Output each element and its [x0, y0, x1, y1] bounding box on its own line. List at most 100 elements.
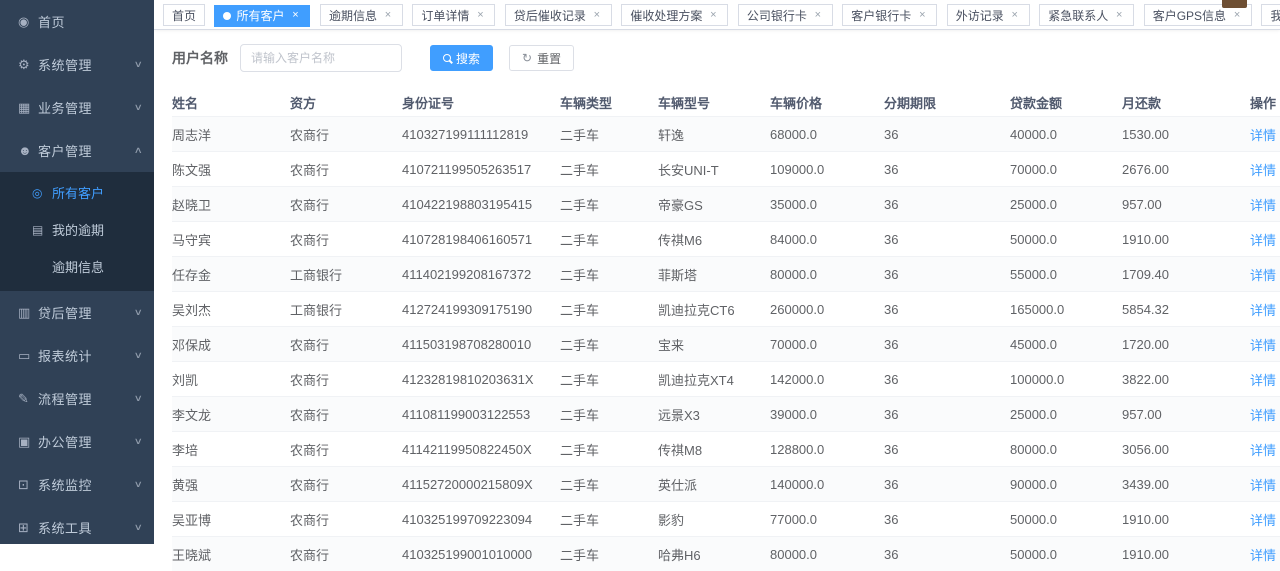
- sidebar-item-home[interactable]: ◉ 首页: [0, 0, 154, 43]
- cell-vehicle-type: 二手车: [560, 230, 658, 249]
- cell-id-number: 410721199505263517: [402, 162, 560, 177]
- cell-vehicle-type: 二手车: [560, 300, 658, 319]
- cell-id-number: 41232819810203631X: [402, 372, 560, 387]
- sidebar-item-office-mgmt[interactable]: ▣ 办公管理 ∨: [0, 420, 154, 463]
- sidebar-item-process-mgmt[interactable]: ✎ 流程管理 ∨: [0, 377, 154, 420]
- detail-link[interactable]: 详情: [1250, 198, 1276, 213]
- sidebar-item-report-stats[interactable]: ▭ 报表统计 ∨: [0, 334, 154, 377]
- tab[interactable]: 我的待办: [1261, 4, 1280, 26]
- search-field-label: 用户名称: [172, 48, 228, 68]
- close-icon[interactable]: [812, 9, 824, 21]
- cell-funder: 农商行: [290, 335, 402, 354]
- close-icon[interactable]: [707, 9, 719, 21]
- cell-id-number: 411081199003122553: [402, 407, 560, 422]
- gear-icon: ⚙: [18, 57, 38, 73]
- cell-monthly-payment: 1910.00: [1122, 512, 1245, 527]
- tab[interactable]: 催收处理方案: [621, 4, 728, 26]
- detail-link[interactable]: 详情: [1250, 338, 1276, 353]
- close-icon[interactable]: [1113, 9, 1125, 21]
- close-icon[interactable]: [382, 9, 394, 21]
- sidebar-item-my-overdue[interactable]: ▤ 我的逾期: [0, 211, 154, 248]
- detail-link[interactable]: 详情: [1250, 513, 1276, 528]
- table-row: 周志洋 农商行 410327199111112819 二手车 轩逸 68000.…: [172, 116, 1280, 151]
- cell-vehicle-price: 140000.0: [770, 477, 884, 492]
- cell-vehicle-price: 68000.0: [770, 127, 884, 142]
- tab[interactable]: 订单详情: [412, 4, 495, 26]
- search-button[interactable]: 搜索: [430, 45, 493, 71]
- cell-loan-amount: 90000.0: [1010, 477, 1122, 492]
- cell-monthly-payment: 2676.00: [1122, 162, 1245, 177]
- tab[interactable]: 逾期信息: [320, 4, 403, 26]
- cell-vehicle-type: 二手车: [560, 510, 658, 529]
- cell-monthly-payment: 5854.32: [1122, 302, 1245, 317]
- tab[interactable]: 外访记录: [947, 4, 1030, 26]
- chevron-down-icon: ∨: [134, 350, 143, 361]
- cell-id-number: 410325199709223094: [402, 512, 560, 527]
- cell-name: 李文龙: [172, 405, 290, 424]
- sidebar-item-system-tools[interactable]: ⊞ 系统工具 ∨: [0, 506, 154, 549]
- reset-button[interactable]: ↻ 重置: [509, 45, 574, 71]
- tools-icon: ⊞: [18, 520, 38, 536]
- sidebar-item-business-mgmt[interactable]: ▦ 业务管理 ∨: [0, 86, 154, 129]
- sidebar-item-customer-mgmt[interactable]: ☻ 客户管理 ∧: [0, 129, 154, 172]
- close-icon[interactable]: [1231, 9, 1243, 21]
- detail-link[interactable]: 详情: [1250, 443, 1276, 458]
- cell-monthly-payment: 957.00: [1122, 197, 1245, 212]
- table-row: 吴亚博 农商行 410325199709223094 二手车 影豹 77000.…: [172, 501, 1280, 536]
- table-row: 李文龙 农商行 411081199003122553 二手车 远景X3 3900…: [172, 396, 1280, 431]
- cell-installments: 36: [884, 337, 1010, 352]
- tab[interactable]: 首页: [163, 4, 205, 26]
- cell-name: 王晓斌: [172, 545, 290, 564]
- cell-vehicle-type: 二手车: [560, 545, 658, 564]
- sidebar-item-system-mgmt[interactable]: ⚙ 系统管理 ∨: [0, 43, 154, 86]
- close-icon[interactable]: [1009, 9, 1021, 21]
- chevron-down-icon: ∨: [134, 479, 143, 490]
- detail-link[interactable]: 详情: [1250, 408, 1276, 423]
- sidebar-item-system-monitor[interactable]: ⊡ 系统监控 ∨: [0, 463, 154, 506]
- detail-link[interactable]: 详情: [1250, 128, 1276, 143]
- detail-link[interactable]: 详情: [1250, 373, 1276, 388]
- cell-vehicle-price: 77000.0: [770, 512, 884, 527]
- cell-name: 吴亚博: [172, 510, 290, 529]
- detail-link[interactable]: 详情: [1250, 548, 1276, 563]
- sidebar-item-postloan-mgmt[interactable]: ▥ 贷后管理 ∨: [0, 291, 154, 334]
- cell-vehicle-model: 轩逸: [658, 125, 770, 144]
- tab[interactable]: 公司银行卡: [738, 4, 833, 26]
- table-row: 陈文强 农商行 410721199505263517 二手车 长安UNI-T 1…: [172, 151, 1280, 186]
- close-icon[interactable]: [916, 9, 928, 21]
- close-icon[interactable]: [591, 9, 603, 21]
- content-panel: 用户名称 搜索 ↻ 重置 姓名 资方 身份证号 车辆类型 车辆型号 车辆价格 分…: [154, 30, 1280, 571]
- tab[interactable]: 紧急联系人: [1039, 4, 1134, 26]
- cell-installments: 36: [884, 162, 1010, 177]
- cell-loan-amount: 50000.0: [1010, 232, 1122, 247]
- detail-link[interactable]: 详情: [1250, 233, 1276, 248]
- table-row: 黄强 农商行 41152720000215809X 二手车 英仕派 140000…: [172, 466, 1280, 501]
- tab[interactable]: 贷后催收记录: [505, 4, 612, 26]
- cell-id-number: 411402199208167372: [402, 267, 560, 282]
- cell-vehicle-type: 二手车: [560, 195, 658, 214]
- tab[interactable]: 所有客户: [214, 5, 310, 27]
- detail-link[interactable]: 详情: [1250, 303, 1276, 318]
- detail-link[interactable]: 详情: [1250, 163, 1276, 178]
- cell-id-number: 410728198406160571: [402, 232, 560, 247]
- cell-name: 陈文强: [172, 160, 290, 179]
- sidebar-item-overdue-info[interactable]: 逾期信息: [0, 248, 154, 285]
- tab[interactable]: 客户银行卡: [842, 4, 937, 26]
- detail-link[interactable]: 详情: [1250, 478, 1276, 493]
- customer-name-input[interactable]: [240, 44, 402, 72]
- cell-funder: 农商行: [290, 370, 402, 389]
- detail-link[interactable]: 详情: [1250, 268, 1276, 283]
- close-icon[interactable]: [289, 10, 301, 22]
- sidebar-item-all-customers[interactable]: ◎ 所有客户: [0, 174, 154, 211]
- cell-vehicle-type: 二手车: [560, 125, 658, 144]
- avatar[interactable]: [1222, 0, 1247, 8]
- cell-vehicle-model: 远景X3: [658, 405, 770, 424]
- cell-name: 李培: [172, 440, 290, 459]
- close-icon[interactable]: [474, 9, 486, 21]
- cell-vehicle-type: 二手车: [560, 265, 658, 284]
- cell-vehicle-price: 70000.0: [770, 337, 884, 352]
- cell-name: 黄强: [172, 475, 290, 494]
- cell-id-number: 410325199001010000: [402, 547, 560, 562]
- cell-monthly-payment: 1530.00: [1122, 127, 1245, 142]
- cell-funder: 农商行: [290, 475, 402, 494]
